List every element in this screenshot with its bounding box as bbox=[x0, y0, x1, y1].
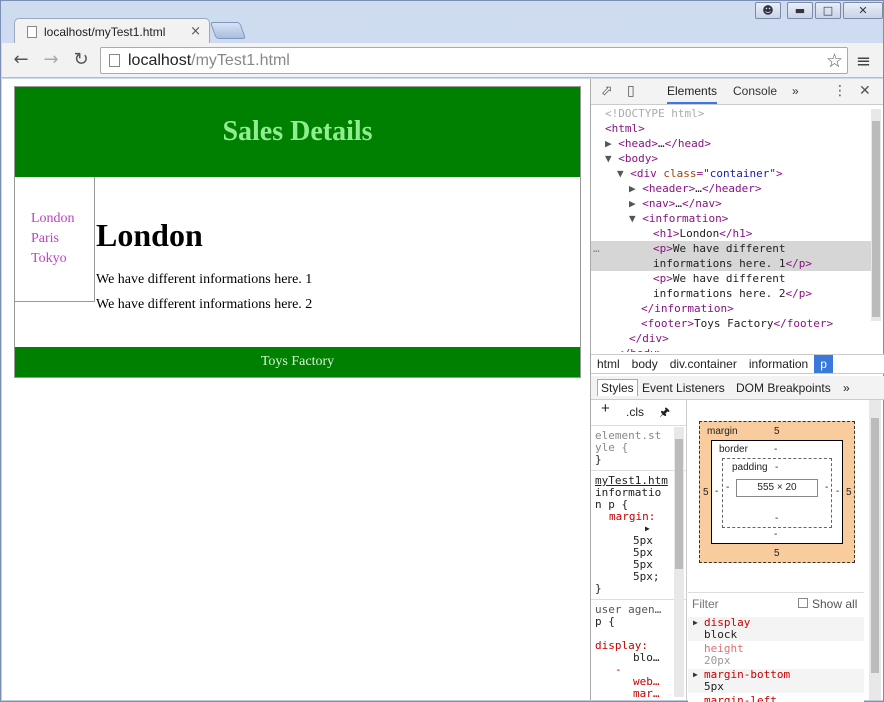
inspect-element-icon[interactable]: ⬀ bbox=[601, 83, 613, 99]
page-icon bbox=[109, 54, 120, 67]
close-devtools-icon[interactable]: ✕ bbox=[859, 83, 871, 99]
page-heading: London bbox=[96, 217, 203, 253]
breadcrumb-information[interactable]: information bbox=[743, 355, 814, 373]
pin-icon[interactable]: 🖈 bbox=[659, 406, 670, 418]
page-middle: London Paris Tokyo London We have differ… bbox=[15, 177, 580, 347]
dom-node[interactable]: ▶ <head>…</head> bbox=[591, 136, 876, 151]
computed-item[interactable]: height 20px bbox=[688, 643, 864, 667]
more-tabs-icon[interactable]: » bbox=[843, 381, 850, 395]
style-rule: myTest1.htm informatio n p { margin: ▶ 5… bbox=[591, 471, 686, 600]
page-information: London We have different informations he… bbox=[96, 217, 312, 317]
nav-link-london[interactable]: London bbox=[31, 209, 94, 229]
nav-link-paris[interactable]: Paris bbox=[31, 229, 94, 249]
user-icon[interactable]: ☻ bbox=[755, 2, 781, 19]
address-bar[interactable]: localhost/myTest1.html ☆ bbox=[100, 47, 848, 74]
breadcrumb-html[interactable]: html bbox=[591, 355, 626, 373]
back-icon[interactable]: ← bbox=[10, 50, 32, 70]
dom-node[interactable]: ▶ <header>…</header> bbox=[591, 181, 876, 196]
tab-event-listeners[interactable]: Event Listeners bbox=[642, 381, 725, 395]
dom-node[interactable]: informations here. 2</p> bbox=[591, 286, 876, 301]
dom-node[interactable]: ▼ <body> bbox=[591, 151, 876, 166]
cls-toggle[interactable]: .cls bbox=[626, 406, 644, 418]
filter-input[interactable] bbox=[692, 597, 788, 611]
page-nav: London Paris Tokyo bbox=[15, 177, 95, 302]
dom-node[interactable]: <footer>Toys Factory</footer> bbox=[591, 316, 876, 331]
close-icon[interactable]: ✕ bbox=[843, 2, 883, 19]
styles-toolbar: + .cls 🖈 bbox=[591, 400, 686, 426]
minimize-icon[interactable]: ▬ bbox=[787, 2, 813, 19]
computed-item[interactable]: margin-left bbox=[688, 695, 864, 702]
box-model-margin: margin 5 5 5 5 border - - - - padding - … bbox=[699, 421, 855, 563]
styles-tabs: Styles Event Listeners DOM Breakpoints » bbox=[591, 376, 884, 400]
dom-node-selected[interactable]: … <p>We have different bbox=[591, 241, 876, 256]
dom-node[interactable]: <!DOCTYPE html> bbox=[591, 106, 876, 121]
box-model-content: 555 × 20 bbox=[736, 479, 818, 497]
maximize-icon[interactable]: □ bbox=[815, 2, 841, 19]
tab-title: localhost/myTest1.html bbox=[44, 24, 166, 39]
dom-node[interactable]: </body> bbox=[591, 346, 876, 352]
tab-elements[interactable]: Elements bbox=[667, 84, 718, 104]
dom-node[interactable]: <p>We have different bbox=[591, 271, 876, 286]
page-header-title: Sales Details bbox=[222, 116, 373, 147]
dom-node[interactable]: ▶ <nav>…</nav> bbox=[591, 196, 876, 211]
page-header: Sales Details bbox=[15, 87, 580, 177]
forward-icon[interactable]: → bbox=[40, 50, 62, 70]
tab-dom-breakpoints[interactable]: DOM Breakpoints bbox=[736, 381, 831, 395]
tab-styles[interactable]: Styles bbox=[597, 379, 638, 396]
info-paragraph: We have different informations here. 1 bbox=[96, 272, 313, 287]
breadcrumb: html body div.container information p bbox=[591, 354, 884, 374]
new-tab-button[interactable] bbox=[209, 22, 247, 39]
dom-node[interactable]: ▼ <div class="container"> bbox=[591, 166, 876, 181]
browser-window: ☻ ▬ □ ✕ localhost/myTest1.html × ← → ↻ l… bbox=[0, 0, 884, 702]
dom-tree: <!DOCTYPE html> <html> ▶ <head>…</head> … bbox=[591, 106, 876, 352]
bookmark-star-icon[interactable]: ☆ bbox=[826, 50, 843, 73]
add-rule-icon[interactable]: + bbox=[601, 401, 610, 416]
more-tabs-icon[interactable]: » bbox=[792, 84, 799, 98]
dom-node[interactable]: </information> bbox=[591, 301, 876, 316]
menu-icon[interactable]: ≡ bbox=[856, 51, 871, 72]
tab-close-icon[interactable]: × bbox=[190, 24, 201, 39]
computed-styles-list: ▶ display block height 20px ▶ margin-bot… bbox=[688, 617, 864, 702]
url-host: localhost bbox=[128, 51, 192, 69]
browser-tab[interactable]: localhost/myTest1.html × bbox=[14, 18, 210, 44]
breadcrumb-body[interactable]: body bbox=[626, 355, 664, 373]
show-all-label: Show all bbox=[812, 597, 858, 611]
style-rule: element.st yle { } bbox=[591, 426, 686, 471]
computed-filter-row: Show all bbox=[688, 592, 864, 616]
device-mode-icon[interactable]: ▯ bbox=[627, 83, 635, 99]
devtools-panel: ⬀ ▯ Elements Console » ⋮ ✕ <!DOCTYPE htm… bbox=[590, 79, 884, 702]
box-model-border: border - - - - padding - - - - 555 × 20 bbox=[711, 440, 843, 544]
page-viewport: Sales Details London Paris Tokyo London … bbox=[2, 79, 590, 700]
page-footer: Toys Factory bbox=[15, 347, 580, 377]
kebab-menu-icon[interactable]: ⋮ bbox=[833, 83, 847, 99]
dom-node[interactable]: </div> bbox=[591, 331, 876, 346]
reload-icon[interactable]: ↻ bbox=[70, 50, 92, 70]
devtools-toolbar: ⬀ ▯ Elements Console » ⋮ ✕ bbox=[591, 79, 883, 105]
show-all-checkbox[interactable] bbox=[798, 598, 808, 608]
dom-node[interactable]: ▼ <information> bbox=[591, 211, 876, 226]
box-model-padding: padding - - - - 555 × 20 bbox=[722, 458, 832, 528]
window-controls: ☻ ▬ □ ✕ bbox=[755, 2, 883, 20]
style-rule: user agen… p { display: blo… - web… mar… bbox=[595, 603, 662, 700]
styles-pane: + .cls 🖈 element.st yle { } myTest1.htm … bbox=[591, 400, 687, 700]
tab-console[interactable]: Console bbox=[733, 84, 777, 98]
browser-toolbar: ← → ↻ localhost/myTest1.html ☆ ≡ bbox=[2, 43, 883, 78]
dom-node-selected[interactable]: informations here. 1</p> bbox=[591, 256, 876, 271]
url-path: /myTest1.html bbox=[191, 51, 290, 69]
dom-node[interactable]: <h1>London</h1> bbox=[591, 226, 876, 241]
computed-item[interactable]: ▶ display block bbox=[688, 617, 864, 641]
dom-scrollbar[interactable] bbox=[871, 109, 881, 321]
page-container: Sales Details London Paris Tokyo London … bbox=[14, 86, 581, 378]
computed-scrollbar[interactable] bbox=[869, 400, 881, 700]
styles-scrollbar[interactable] bbox=[674, 427, 684, 697]
info-paragraph: We have different informations here. 2 bbox=[96, 297, 313, 312]
page-icon bbox=[27, 25, 37, 38]
computed-item[interactable]: ▶ margin-bottom 5px bbox=[688, 669, 864, 693]
nav-link-tokyo[interactable]: Tokyo bbox=[31, 249, 94, 269]
breadcrumb-p[interactable]: p bbox=[814, 355, 833, 373]
breadcrumb-div[interactable]: div.container bbox=[664, 355, 743, 373]
dom-node[interactable]: <html> bbox=[591, 121, 876, 136]
